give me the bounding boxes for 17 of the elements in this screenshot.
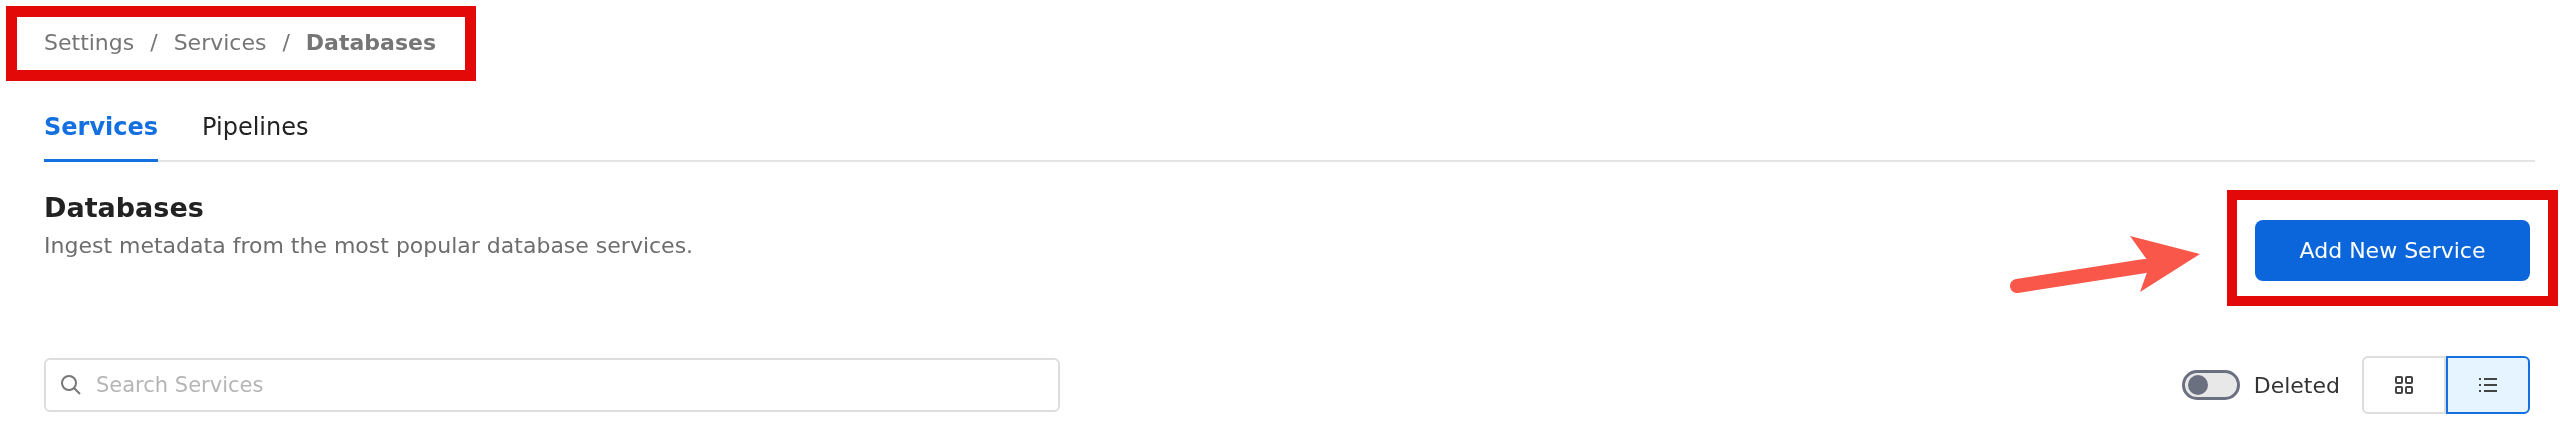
tab[interactable]: Services <box>44 101 159 162</box>
grid-icon <box>2395 376 2413 394</box>
breadcrumb-link[interactable]: Services <box>173 30 267 55</box>
list-view-button[interactable] <box>2446 356 2530 414</box>
breadcrumb-link[interactable]: Settings <box>44 30 135 55</box>
add-new-service-button[interactable]: Add New Service <box>2255 220 2530 281</box>
tab[interactable]: Pipelines <box>202 101 309 162</box>
toggle-switch[interactable] <box>2181 370 2240 400</box>
grid-view-button[interactable] <box>2362 356 2446 414</box>
breadcrumb-separator: / <box>150 30 158 55</box>
search-field[interactable]: Search Services <box>44 358 1060 412</box>
toggle-label: Deleted <box>2253 372 2340 398</box>
breadcrumb-current: Databases <box>305 30 437 55</box>
breadcrumb-separator: / <box>282 30 290 55</box>
section-title: Databases <box>44 192 205 223</box>
section-description: Ingest metadata from the most popular database services. <box>44 233 694 258</box>
list-icon <box>2479 378 2497 392</box>
